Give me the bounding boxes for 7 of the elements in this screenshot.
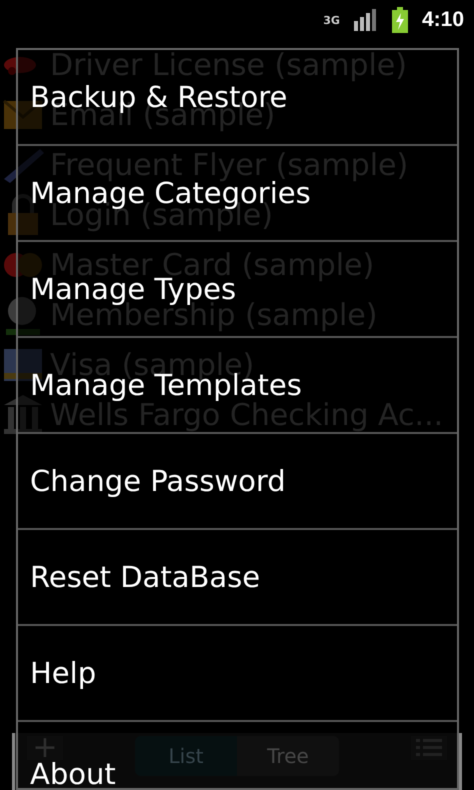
network-type: 3G (323, 14, 340, 26)
battery-charging-icon (392, 7, 408, 33)
menu-item[interactable]: Change Password (18, 434, 457, 530)
signal-icon (354, 9, 378, 31)
clock-time: 4:10 (422, 8, 464, 32)
menu-item[interactable]: Reset DataBase (18, 530, 457, 626)
menu-item[interactable]: Help (18, 626, 457, 722)
